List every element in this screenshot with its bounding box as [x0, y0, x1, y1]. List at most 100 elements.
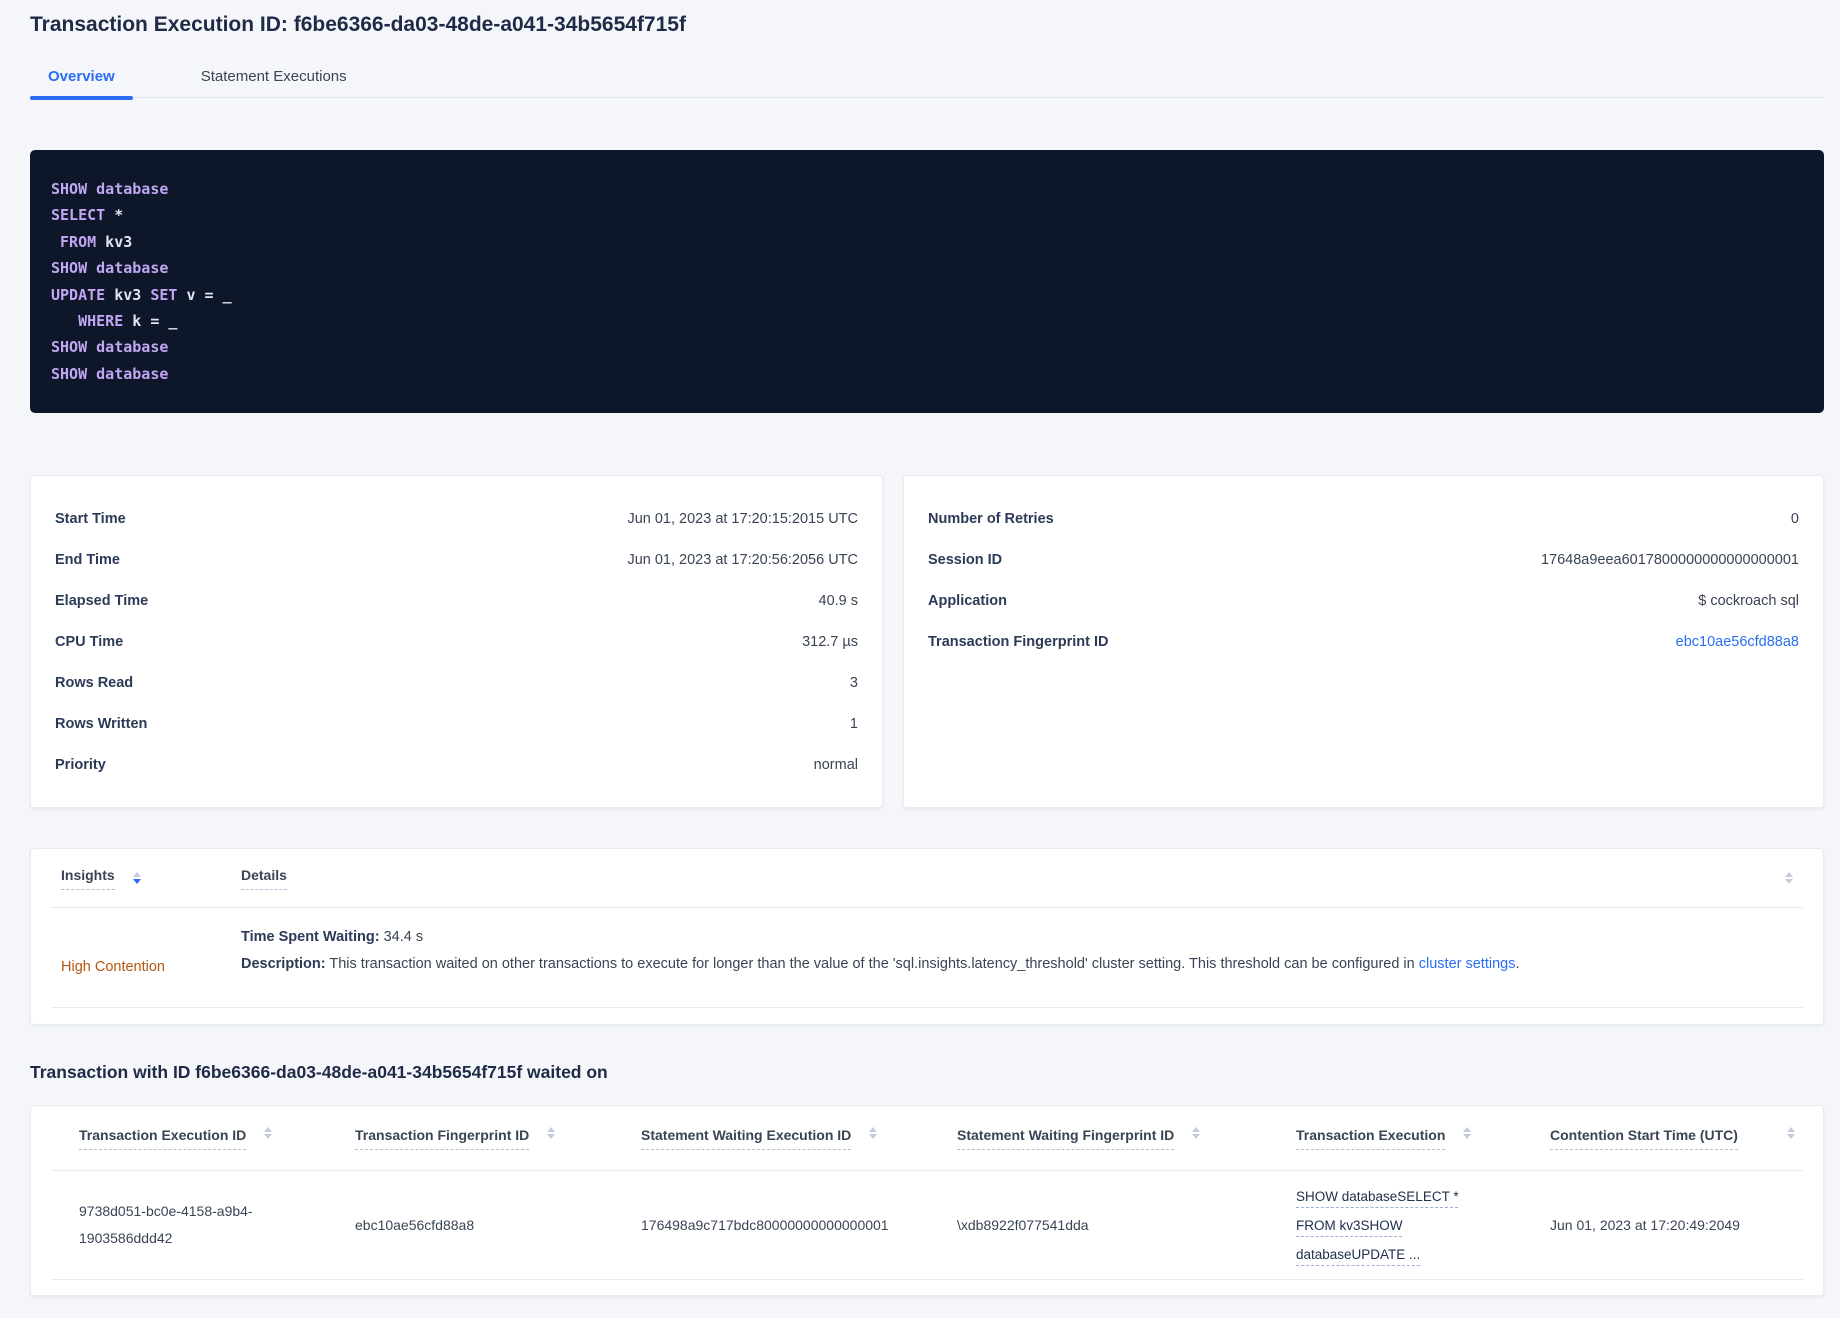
sql-line: WHERE k = _ [51, 308, 1803, 334]
cell-value: 176498a9c717bdc80000000000000001 [641, 1216, 889, 1233]
stat-row-application: Application $ cockroach sql [928, 580, 1799, 621]
stat-row-priority: Priority normal [55, 744, 858, 785]
stat-value: 40.9 s [818, 592, 859, 609]
sql-token: UPDATE [51, 285, 106, 304]
sql-line: UPDATE kv3 SET v = _ [51, 282, 1803, 308]
stat-value: $ cockroach sql [1698, 592, 1799, 609]
column-header-label[interactable]: Statement Waiting Fingerprint ID [957, 1127, 1175, 1150]
stat-label: Elapsed Time [55, 592, 149, 609]
description-label: Description: [241, 956, 326, 972]
tab-bar: Overview Statement Executions [30, 58, 1824, 100]
cell-value: \xdb8922f077541dda [957, 1216, 1089, 1233]
stat-label: End Time [55, 551, 120, 568]
stat-row-elapsed-time: Elapsed Time 40.9 s [55, 580, 858, 621]
sort-icon[interactable] [869, 1126, 878, 1139]
sql-line: SHOW database [51, 361, 1803, 387]
transaction-execution-link[interactable]: SHOW databaseSELECT * FROM kv3SHOW datab… [1296, 1182, 1474, 1269]
cell-value: ebc10ae56cfd88a8 [355, 1216, 475, 1233]
cell-transaction-fingerprint-id: ebc10ae56cfd88a8 [355, 1212, 641, 1239]
cell-value: Jun 01, 2023 at 17:20:49:2049 [1550, 1216, 1740, 1233]
stat-row-session-id: Session ID 17648a9eea60178000000000000000… [928, 539, 1799, 580]
stat-label: Transaction Fingerprint ID [928, 633, 1109, 650]
cell-statement-waiting-fingerprint-id: \xdb8922f077541dda [957, 1212, 1296, 1239]
stat-value: 0 [1790, 510, 1799, 527]
cell-contention-start-time: Jun 01, 2023 at 17:20:49:2049 [1550, 1212, 1799, 1239]
cell-transaction-execution: SHOW databaseSELECT * FROM kv3SHOW datab… [1296, 1182, 1550, 1269]
sql-line: SHOW database [51, 255, 1803, 281]
column-header-statement-waiting-fingerprint-id: Statement Waiting Fingerprint ID [957, 1126, 1296, 1150]
stat-value: normal [813, 756, 858, 773]
column-header-details[interactable]: Details [241, 867, 287, 890]
sql-line: FROM kv3 [51, 229, 1803, 255]
stat-label: Priority [55, 756, 106, 773]
stat-label: CPU Time [55, 633, 124, 650]
column-header-label[interactable]: Transaction Fingerprint ID [355, 1127, 530, 1150]
waited-on-heading: Transaction with ID f6be6366-da03-48de-a… [30, 1062, 608, 1082]
sort-icon[interactable] [1785, 872, 1793, 884]
session-stats-card: Number of Retries 0 Session ID 17648a9eea6… [903, 475, 1824, 808]
insights-table-header: Insights Details [31, 849, 1823, 907]
cell-statement-waiting-execution-id: 176498a9c717bdc80000000000000001 [641, 1212, 957, 1239]
description-suffix: . [1515, 956, 1520, 972]
sql-token: v = _ [177, 285, 232, 304]
stat-row-rows-written: Rows Written 1 [55, 703, 858, 744]
column-header-statement-waiting-execution-id: Statement Waiting Execution ID [641, 1126, 957, 1150]
stat-label: Session ID [928, 551, 1003, 568]
sql-statement-box: SHOW database SELECT * FROM kv3 SHOW dat… [30, 150, 1824, 413]
sort-icon[interactable] [547, 1126, 556, 1139]
sort-icon[interactable] [1192, 1126, 1201, 1139]
stat-label: Number of Retries [928, 510, 1054, 527]
sql-token: WHERE [51, 312, 124, 331]
stat-value: 3 [849, 674, 858, 691]
tab-overview[interactable]: Overview [30, 58, 133, 100]
column-header-label[interactable]: Transaction Execution ID [79, 1127, 247, 1150]
sql-token: kv3 [96, 232, 133, 251]
sql-line: SHOW database [51, 176, 1803, 202]
sql-token: SHOW database [51, 259, 169, 278]
stat-label: Rows Written [55, 715, 148, 732]
time-spent-waiting-value: 34.4 s [383, 929, 424, 945]
stat-row-transaction-fingerprint: Transaction Fingerprint ID ebc10ae56cfd88… [928, 621, 1799, 662]
page-title: Transaction Execution ID: f6be6366-da03-… [30, 13, 686, 36]
waited-on-table: Transaction Execution ID Transaction Fin… [30, 1105, 1824, 1296]
sort-icon[interactable] [1787, 1126, 1795, 1139]
sql-token: SELECT [51, 206, 106, 225]
cell-value: 9738d051-bc0e-4158-a9b4-1903586ddd42 [79, 1203, 253, 1246]
column-header-transaction-execution: Transaction Execution [1296, 1126, 1550, 1150]
stat-label: Start Time [55, 510, 126, 527]
tab-statement-executions[interactable]: Statement Executions [183, 58, 365, 98]
divider [51, 1007, 1803, 1008]
stat-value: Jun 01, 2023 at 17:20:56:2056 UTC [627, 551, 858, 568]
column-header-insights[interactable]: Insights [61, 867, 115, 890]
execution-stats-card: Start Time Jun 01, 2023 at 17:20:15:2015 … [30, 475, 883, 808]
stat-label: Application [928, 592, 1007, 609]
insights-table: Insights Details High Contention Time Sp… [30, 848, 1824, 1025]
sql-token: FROM [51, 232, 97, 251]
sql-token: SHOW database [51, 338, 169, 357]
sql-token: k = _ [123, 312, 178, 331]
sort-icon[interactable] [132, 872, 141, 884]
sort-icon[interactable] [264, 1126, 273, 1139]
description-text: This transaction waited on other transac… [329, 956, 1419, 972]
insights-column-header-group: Insights [61, 867, 241, 890]
stat-value: Jun 01, 2023 at 17:20:15:2015 UTC [627, 510, 858, 527]
sql-token: SHOW database [51, 180, 169, 198]
stat-row-end-time: End Time Jun 01, 2023 at 17:20:56:2056 UT… [55, 539, 858, 580]
column-header-label[interactable]: Transaction Execution [1296, 1127, 1446, 1150]
divider [51, 1279, 1803, 1280]
insight-row: High Contention Time Spent Waiting: 34.4… [31, 908, 1823, 1007]
column-header-label[interactable]: Statement Waiting Execution ID [641, 1127, 852, 1150]
stat-row-start-time: Start Time Jun 01, 2023 at 17:20:15:2015 … [55, 498, 858, 539]
time-spent-waiting-label: Time Spent Waiting: [241, 929, 380, 945]
stat-row-rows-read: Rows Read 3 [55, 662, 858, 703]
insight-description: Description: This transaction waited on … [241, 953, 1520, 975]
transaction-fingerprint-link[interactable]: ebc10ae56cfd88a8 [1676, 634, 1799, 650]
sort-icon[interactable] [1463, 1126, 1472, 1139]
waited-on-table-header: Transaction Execution ID Transaction Fin… [31, 1106, 1823, 1170]
insight-badge-high-contention: High Contention [61, 958, 165, 975]
column-header-transaction-execution-id: Transaction Execution ID [79, 1126, 355, 1150]
cluster-settings-link[interactable]: cluster settings [1419, 956, 1516, 972]
stat-value: 312.7 µs [802, 633, 858, 650]
column-header-label[interactable]: Contention Start Time (UTC) [1550, 1127, 1738, 1150]
stat-row-cpu-time: CPU Time 312.7 µs [55, 621, 858, 662]
